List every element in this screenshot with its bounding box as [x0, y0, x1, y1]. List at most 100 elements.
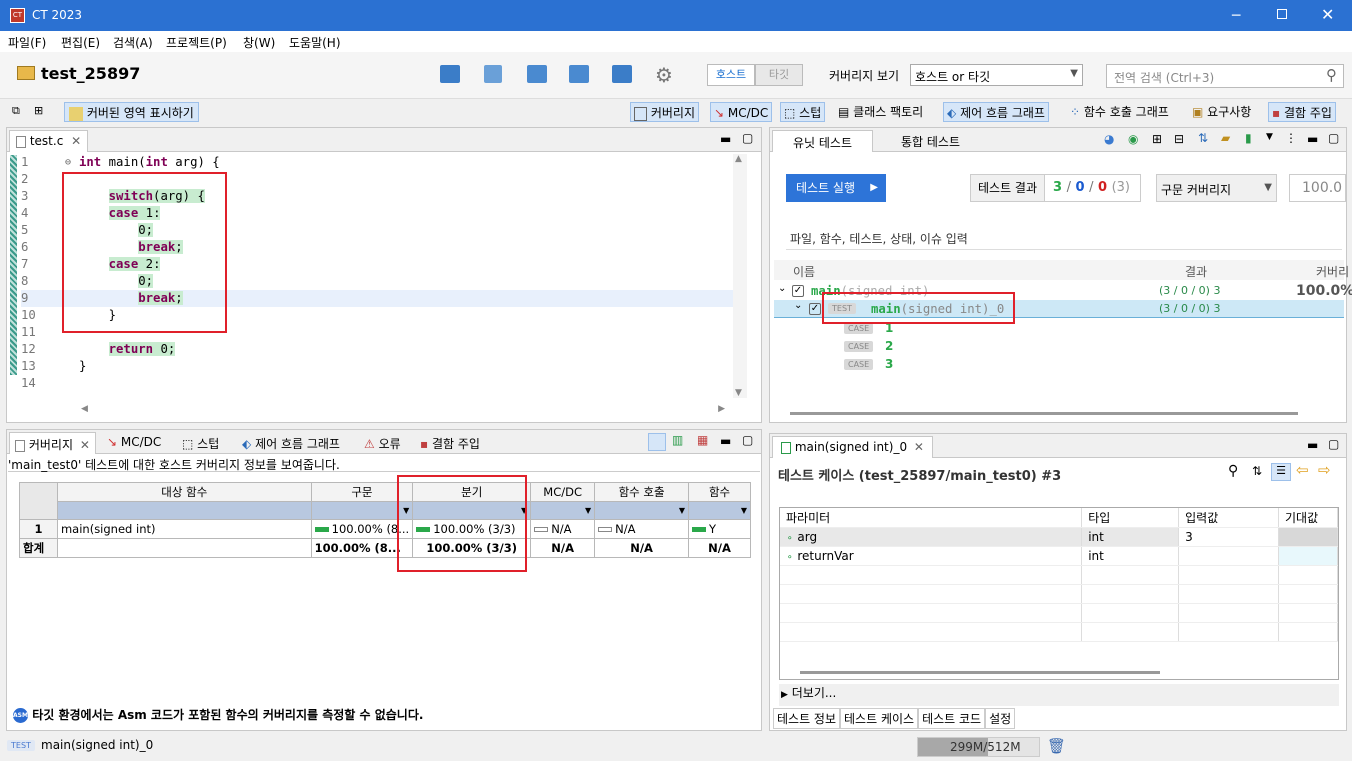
view-mode-icon-2[interactable]: ▥	[672, 433, 683, 447]
minimize-panel-icon[interactable]: ▬	[720, 132, 731, 146]
device-icon[interactable]	[612, 65, 632, 83]
horizontal-scrollbar[interactable]: ◀ ▶	[77, 404, 727, 418]
tab-test-case[interactable]: 테스트 케이스	[840, 708, 919, 729]
new-test-icon[interactable]	[440, 65, 460, 83]
call-graph-button[interactable]: ⁘ 함수 호출 그래프	[1070, 102, 1169, 122]
col-function[interactable]: 함수	[688, 482, 751, 502]
global-search-input[interactable]: 전역 검색 (Ctrl+3) ⚲	[1106, 64, 1344, 88]
menu-help[interactable]: 도움말(H)	[289, 34, 341, 51]
maximize-panel-icon[interactable]: ▢	[742, 131, 753, 145]
checkbox[interactable]: ✓	[792, 285, 804, 297]
menu-window[interactable]: 창(W)	[243, 34, 275, 51]
expand-arrow-icon[interactable]: ⌄	[794, 300, 802, 311]
close-tab-icon[interactable]: ✕	[914, 440, 924, 454]
code-line[interactable]: 1 ⊖ int main(int arg) {	[21, 154, 733, 171]
close-button[interactable]: ✕	[1321, 5, 1334, 24]
filter-icon[interactable]: ▮	[1245, 131, 1252, 145]
back-arrow-icon[interactable]: ⇦	[1296, 461, 1309, 479]
col-expected[interactable]: 기대값	[1278, 508, 1338, 528]
col-input[interactable]: 입력값	[1178, 508, 1280, 528]
maximize-panel-icon[interactable]: ▢	[742, 433, 753, 447]
maximize-panel-icon[interactable]: ▢	[1328, 437, 1339, 451]
sort-icon[interactable]: ⇅	[1198, 131, 1208, 145]
export-icon[interactable]	[569, 65, 589, 83]
tab-stub[interactable]: ⬚ 스텁	[182, 435, 219, 452]
class-factory-button[interactable]: ▤ 클래스 팩토리	[838, 102, 923, 122]
options-icon[interactable]: ⋮	[1285, 131, 1297, 145]
coverage-view-button[interactable]: 커버리지	[630, 102, 699, 122]
target-tab[interactable]: 타깃	[755, 64, 803, 86]
maximize-button[interactable]	[1277, 9, 1287, 19]
forward-arrow-icon[interactable]: ⇨	[1318, 461, 1331, 479]
filter-cell[interactable]: ▼	[530, 501, 596, 520]
tab-error[interactable]: ⚠ 오류	[364, 435, 401, 452]
vertical-scrollbar[interactable]: ▲ ▼	[733, 154, 747, 398]
memory-usage[interactable]: 299M/512M	[917, 737, 1040, 757]
col-mcdc[interactable]: MC/DC	[530, 482, 596, 502]
scroll-right-icon[interactable]: ▶	[718, 404, 725, 414]
filter-cell[interactable]: ▼	[594, 501, 690, 520]
scroll-left-icon[interactable]: ◀	[81, 404, 88, 414]
fault-injection-button[interactable]: ▪ 결함 주입	[1268, 102, 1336, 122]
close-tab-icon[interactable]: ✕	[71, 134, 81, 148]
tab-integration-test[interactable]: 통합 테스트	[901, 133, 960, 150]
coverage-view-select[interactable]: 호스트 or 타깃 ▼	[910, 64, 1083, 86]
coverage-type-select[interactable]: 구문 커버리지 ▼	[1156, 174, 1277, 202]
checkbox[interactable]: ✓	[809, 303, 821, 315]
filter-cell[interactable]: ▼	[688, 501, 751, 520]
expand-icon[interactable]: ⊞	[1152, 132, 1162, 146]
param-scrollbar[interactable]	[800, 671, 1160, 674]
col-function-call[interactable]: 함수 호출	[594, 482, 690, 502]
menu-search[interactable]: 검색(A)	[113, 34, 153, 51]
host-tab[interactable]: 호스트	[707, 64, 755, 86]
mcdc-view-button[interactable]: ↘ MC/DC	[710, 102, 773, 122]
testcase-tab[interactable]: main(signed int)_0 ✕	[772, 436, 933, 458]
view-mode-icon-3[interactable]: ▦	[697, 433, 708, 447]
minimize-panel-icon[interactable]: ▬	[720, 434, 731, 448]
case-row-3[interactable]: CASE 3	[844, 357, 893, 373]
layout-icon[interactable]: ⧉	[12, 104, 20, 118]
menu-file[interactable]: 파일(F)	[8, 34, 46, 51]
requirements-button[interactable]: ▣ 요구사항	[1192, 102, 1251, 122]
import-icon[interactable]	[527, 65, 547, 83]
check-icon[interactable]: ◉	[1128, 132, 1138, 146]
test-filter-input[interactable]: 파일, 함수, 테스트, 상태, 이슈 입력	[786, 225, 1342, 250]
collapse-icon[interactable]: ⊟	[1174, 132, 1184, 146]
tree-horizontal-scrollbar[interactable]	[790, 412, 1298, 415]
folder-icon[interactable]: ▰	[1221, 131, 1230, 145]
table-row[interactable]: 1 main(signed int) 100.00% (8... 100.00%…	[19, 519, 751, 539]
tab-coverage[interactable]: 커버리지 ✕	[9, 432, 96, 454]
code-line[interactable]: 13}	[21, 358, 733, 375]
more-toggle[interactable]: ▶ 더보기...	[779, 684, 1339, 706]
tab-test-info[interactable]: 테스트 정보	[773, 708, 841, 729]
filter-cell[interactable]	[56, 501, 312, 520]
close-tab-icon[interactable]: ✕	[80, 438, 90, 452]
show-covered-button[interactable]: 커버된 영역 표시하기	[64, 102, 199, 122]
maximize-panel-icon[interactable]: ▢	[1328, 131, 1339, 145]
editor-tab[interactable]: test.c ✕	[9, 130, 89, 152]
more-menu-icon[interactable]: ▼	[1266, 132, 1273, 142]
case-row-2[interactable]: CASE 2	[844, 339, 893, 355]
tab-mcdc[interactable]: ↘ MC/DC	[107, 435, 161, 449]
control-flow-button[interactable]: ⬖ 제어 흐름 그래프	[943, 102, 1049, 122]
code-line[interactable]: 14	[21, 375, 733, 392]
scroll-down-icon[interactable]: ▼	[735, 388, 742, 398]
search-icon[interactable]: ⚲	[1228, 463, 1238, 479]
tab-settings[interactable]: 설정	[985, 708, 1016, 729]
tab-unit-test[interactable]: 유닛 테스트	[772, 130, 874, 152]
col-parameter[interactable]: 파라미터	[780, 508, 1083, 528]
code-line[interactable]: 12 return 0;	[21, 341, 733, 358]
minimize-panel-icon[interactable]: ▬	[1307, 438, 1318, 452]
add-icon[interactable]	[484, 65, 502, 83]
param-row[interactable]: ⚬ arg int 3	[780, 527, 1338, 547]
menu-project[interactable]: 프로젝트(P)	[166, 34, 227, 51]
tab-test-code[interactable]: 테스트 코드	[918, 708, 986, 729]
tab-control-flow[interactable]: ⬖ 제어 흐름 그래프	[242, 435, 340, 452]
sort-icon[interactable]: ⇅	[1252, 464, 1262, 478]
scroll-up-icon[interactable]: ▲	[735, 154, 742, 164]
expand-arrow-icon[interactable]: ⌄	[778, 283, 786, 294]
view-mode-icon-1[interactable]	[648, 433, 666, 451]
stub-view-button[interactable]: ⬚ 스텁	[780, 102, 826, 122]
run-test-button[interactable]: 테스트 실행 ▶	[786, 174, 886, 202]
list-view-icon[interactable]: ☰	[1271, 463, 1291, 481]
